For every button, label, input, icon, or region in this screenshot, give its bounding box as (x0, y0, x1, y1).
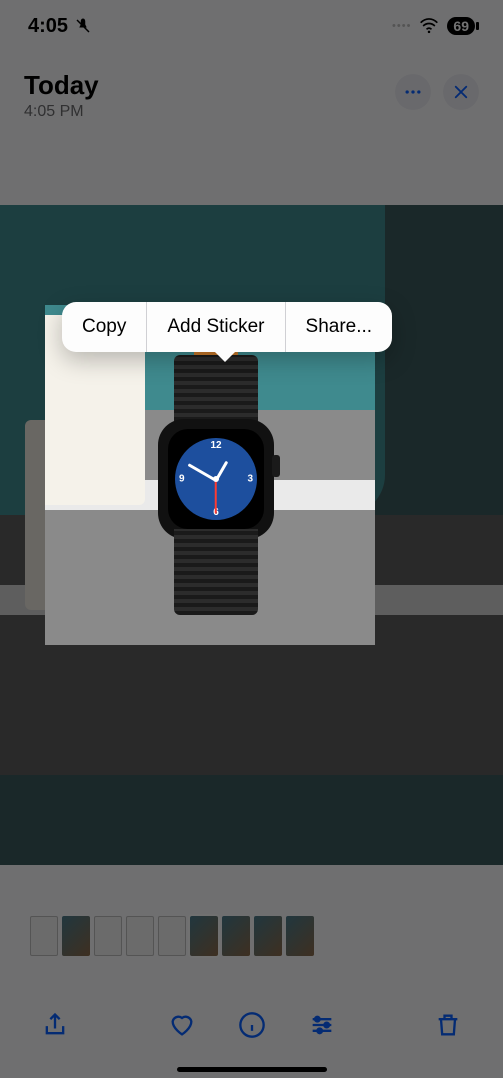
close-button[interactable] (443, 74, 479, 110)
wifi-icon (419, 16, 439, 36)
thumbnail[interactable] (158, 916, 186, 956)
share-icon (41, 1011, 69, 1039)
ellipsis-icon (403, 82, 423, 102)
more-button[interactable] (395, 74, 431, 110)
favorite-button[interactable] (167, 1010, 197, 1040)
battery-indicator: 69 (447, 17, 475, 35)
thumbnail[interactable] (286, 916, 314, 956)
thumbnail[interactable] (62, 916, 90, 956)
trash-icon (434, 1011, 462, 1039)
info-button[interactable] (237, 1010, 267, 1040)
thumbnail[interactable] (126, 916, 154, 956)
status-right: •••• 69 (392, 16, 475, 36)
battery-level: 69 (453, 18, 469, 34)
share-sheet-button[interactable] (40, 1010, 70, 1040)
context-menu: Copy Add Sticker Share... (62, 302, 392, 352)
thumbnail[interactable] (254, 916, 282, 956)
photos-app-screen: 4:05 •••• 69 Today 4:05 PM (0, 0, 503, 1078)
close-icon (452, 83, 470, 101)
photo-time-subtitle: 4:05 PM (24, 103, 99, 121)
thumbnail[interactable] (222, 916, 250, 956)
delete-button[interactable] (433, 1010, 463, 1040)
status-time: 4:05 (28, 15, 68, 38)
bottom-toolbar (0, 994, 503, 1056)
home-indicator[interactable] (177, 1067, 327, 1072)
silent-icon (74, 17, 92, 35)
status-bar: 4:05 •••• 69 (0, 0, 503, 52)
photo-header: Today 4:05 PM (0, 60, 503, 139)
add-sticker-button[interactable]: Add Sticker (147, 302, 284, 352)
status-dots: •••• (392, 20, 411, 32)
thumbnail-strip[interactable] (0, 910, 503, 962)
status-time-area: 4:05 (28, 15, 92, 38)
photo-date-title: Today (24, 70, 99, 101)
share-button[interactable]: Share... (286, 302, 393, 352)
heart-icon (168, 1011, 196, 1039)
thumbnail-selected[interactable] (190, 916, 218, 956)
thumbnail[interactable] (94, 916, 122, 956)
sliders-icon (308, 1011, 336, 1039)
copy-button[interactable]: Copy (62, 302, 146, 352)
info-icon (238, 1011, 266, 1039)
thumbnail[interactable] (30, 916, 58, 956)
edit-button[interactable] (307, 1010, 337, 1040)
